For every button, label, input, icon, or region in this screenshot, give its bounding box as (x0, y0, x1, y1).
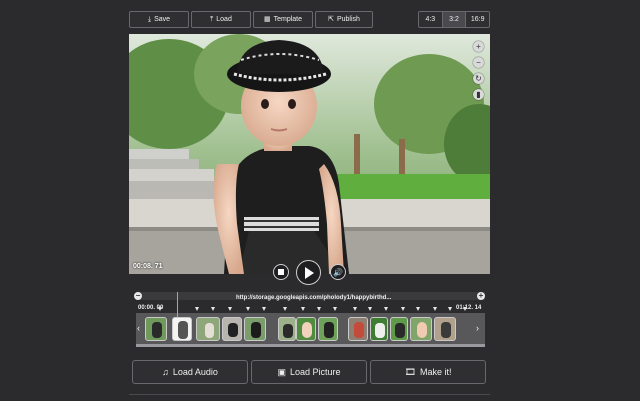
upload-icon: ⤒ (210, 16, 214, 23)
picture-icon: ▣ (277, 366, 286, 377)
template-label: Template (273, 16, 303, 23)
keyframe-marker[interactable] (416, 307, 420, 311)
publish-label: Publish (336, 16, 360, 23)
film-icon: 🎞 (404, 366, 416, 377)
delete-icon[interactable]: ▮ (473, 89, 484, 100)
timeline: − + http://storage.googleapis.com/pholod… (134, 292, 485, 348)
keyframe-marker[interactable] (246, 307, 250, 311)
rotate-icon[interactable]: ↻ (473, 73, 484, 84)
volume-icon: 🔊 (333, 267, 343, 277)
timeline-end-time: 01:12. 14 (456, 305, 482, 311)
volume-button[interactable]: 🔊 (330, 264, 346, 280)
photo-thumbnail[interactable] (434, 317, 456, 341)
keyframe-marker[interactable] (448, 307, 452, 311)
photo-stage[interactable] (129, 34, 490, 274)
make-it-button[interactable]: 🎞 Make it! (370, 360, 486, 384)
current-time: 00:08. 71 (133, 263, 163, 270)
grid-icon: ▦ (263, 16, 271, 23)
keyframe-marker[interactable] (195, 307, 199, 311)
stop-icon (278, 269, 284, 275)
ratio-16-9-button[interactable]: 16:9 (465, 12, 489, 27)
keyframe-marker[interactable] (353, 307, 357, 311)
make-it-label: Make it! (419, 367, 452, 377)
save-button[interactable]: ⤓ Save (129, 11, 189, 28)
load-picture-label: Load Picture (289, 367, 341, 377)
music-note-icon: ♫ (162, 367, 169, 377)
keyframe-marker[interactable] (433, 307, 437, 311)
photo-thumbnail[interactable] (222, 317, 242, 341)
load-picture-button[interactable]: ▣ Load Picture (251, 360, 367, 384)
load-audio-button[interactable]: ♫ Load Audio (132, 360, 248, 384)
photo-thumbnail[interactable] (318, 317, 338, 341)
ratio-4-3-button[interactable]: 4:3 (419, 12, 442, 27)
photo-thumbnail[interactable] (145, 317, 167, 341)
chevron-right-icon[interactable]: › (476, 323, 479, 333)
keyframe-marker[interactable] (262, 307, 266, 311)
zoom-in-button[interactable]: + (473, 41, 484, 52)
keyframe-marker[interactable] (283, 307, 287, 311)
play-button[interactable] (296, 260, 321, 285)
photo-thumbnail[interactable] (390, 317, 408, 341)
keyframe-marker[interactable] (158, 307, 162, 311)
audio-url: http://storage.googleapis.com/pholody1/h… (236, 295, 392, 301)
keyframe-marker[interactable] (317, 307, 321, 311)
load-label: Load (216, 16, 232, 23)
aspect-ratio-selector: 4:3 3:2 16:9 (418, 11, 490, 28)
keyframe-marker[interactable] (301, 307, 305, 311)
ratio-3-2-button[interactable]: 3:2 (441, 12, 466, 27)
photo-thumbnail[interactable] (296, 317, 316, 341)
timeline-add-button[interactable]: + (477, 292, 485, 300)
keyframe-marker[interactable] (463, 307, 467, 311)
photo-thumbnail[interactable] (348, 317, 368, 341)
photo-thumbnail[interactable] (278, 317, 296, 341)
photo-thumbnail[interactable] (410, 317, 432, 341)
photo-thumbnail[interactable] (244, 317, 266, 341)
playhead[interactable] (177, 292, 178, 317)
chevron-left-icon[interactable]: ‹ (137, 323, 140, 333)
stop-button[interactable] (273, 264, 289, 280)
template-button[interactable]: ▦ Template (253, 11, 313, 28)
load-audio-label: Load Audio (172, 367, 218, 377)
load-button[interactable]: ⤒ Load (191, 11, 251, 28)
play-icon (305, 266, 314, 279)
keyframe-marker[interactable] (384, 307, 388, 311)
zoom-out-button[interactable]: − (473, 57, 484, 68)
keyframe-marker[interactable] (211, 307, 215, 311)
photo-child (129, 34, 490, 274)
photo-thumbnail[interactable] (172, 317, 192, 341)
timeline-collapse-button[interactable]: − (134, 292, 142, 300)
photo-thumbnail[interactable] (196, 317, 220, 341)
photo-thumbnail[interactable] (370, 317, 388, 341)
keyframe-marker[interactable] (228, 307, 232, 311)
share-icon: ⇱ (328, 16, 334, 23)
keyframe-marker[interactable] (401, 307, 405, 311)
keyframe-marker[interactable] (333, 307, 337, 311)
save-label: Save (154, 16, 171, 23)
keyframe-marker[interactable] (368, 307, 372, 311)
download-icon: ⤓ (147, 16, 152, 23)
publish-button[interactable]: ⇱ Publish (315, 11, 373, 28)
